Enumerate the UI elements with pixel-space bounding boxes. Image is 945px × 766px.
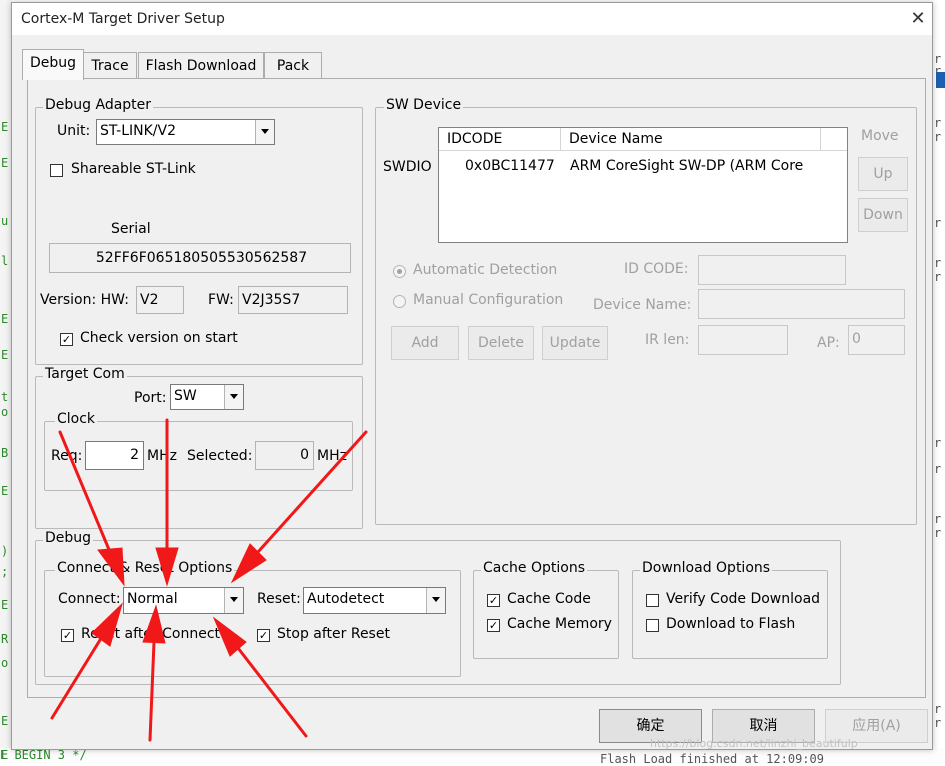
red-arrow-6 [236, 646, 308, 738]
watermark: https://blog.csdn.net/linzhi_beautifulp [650, 737, 858, 750]
red-arrow-3 [256, 430, 368, 554]
red-arrow-4-head [91, 602, 123, 647]
annotation-arrows [50, 418, 368, 742]
tab-debug[interactable]: Debug [22, 49, 84, 80]
red-arrow-4 [50, 638, 102, 720]
red-arrow-2-head [155, 547, 179, 587]
red-arrow-5 [148, 640, 156, 742]
red-arrow-1 [58, 430, 112, 554]
red-arrow-5-head [142, 604, 166, 644]
red-arrow-1-head [97, 547, 125, 587]
